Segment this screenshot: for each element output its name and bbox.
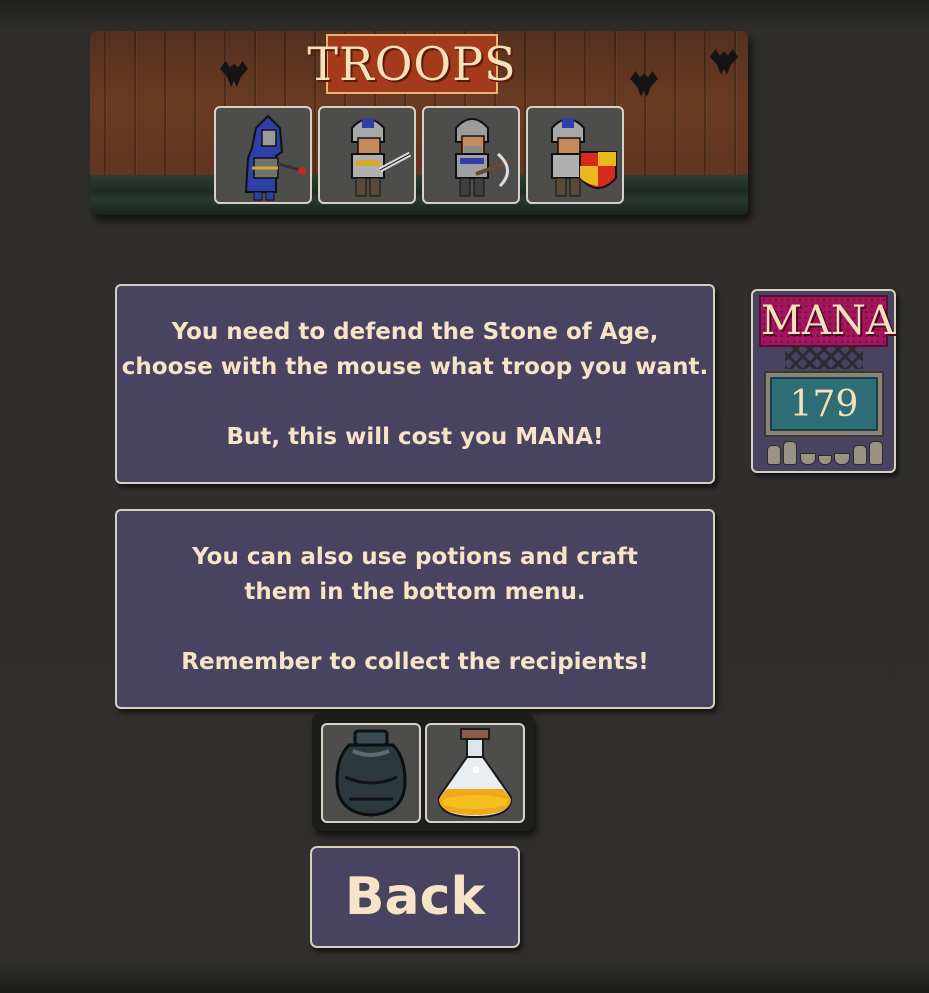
yellow-potion-icon <box>437 728 513 819</box>
info-panel-troops: You need to defend the Stone of Age, cho… <box>115 284 715 484</box>
potion-slot-empty-flask[interactable] <box>321 723 421 823</box>
mana-title: MANA <box>759 295 895 347</box>
troops-title: TROOPS <box>307 34 516 94</box>
info-panel-potions: You can also use potions and craft them … <box>115 509 715 709</box>
troops-info-line-1: You need to defend the Stone of Age, <box>171 319 659 345</box>
potion-slot-golden-potion[interactable] <box>425 723 525 823</box>
troop-slot-mage[interactable] <box>214 106 312 204</box>
troop-slot-crossbowman[interactable] <box>422 106 520 204</box>
mana-panel: MANA 179 <box>751 289 896 473</box>
troops-info-line-3: But, this will cost you MANA! <box>226 424 604 450</box>
troops-info-line-2: choose with the mouse what troop you wan… <box>121 354 709 380</box>
swordsman-troop-icon <box>351 118 412 197</box>
potions-info-line-2: them in the bottom menu. <box>244 579 586 605</box>
potions-info-line-3: Remember to collect the recipients! <box>181 649 649 675</box>
mana-lattice-decoration <box>785 347 863 369</box>
crossbowman-troop-icon <box>455 118 509 197</box>
mana-value-frame: 179 <box>764 371 884 437</box>
back-button[interactable]: Back <box>310 846 520 948</box>
mana-value: 179 <box>770 377 878 431</box>
mana-jars-decoration <box>767 441 883 465</box>
mage-troop-icon <box>244 114 306 201</box>
dark-flask-icon <box>335 729 407 817</box>
troop-slot-shield-knight[interactable] <box>526 106 624 204</box>
potions-info-line-1: You can also use potions and craft <box>192 544 638 570</box>
shield-knight-troop-icon <box>551 118 617 197</box>
troop-slot-swordsman[interactable] <box>318 106 416 204</box>
